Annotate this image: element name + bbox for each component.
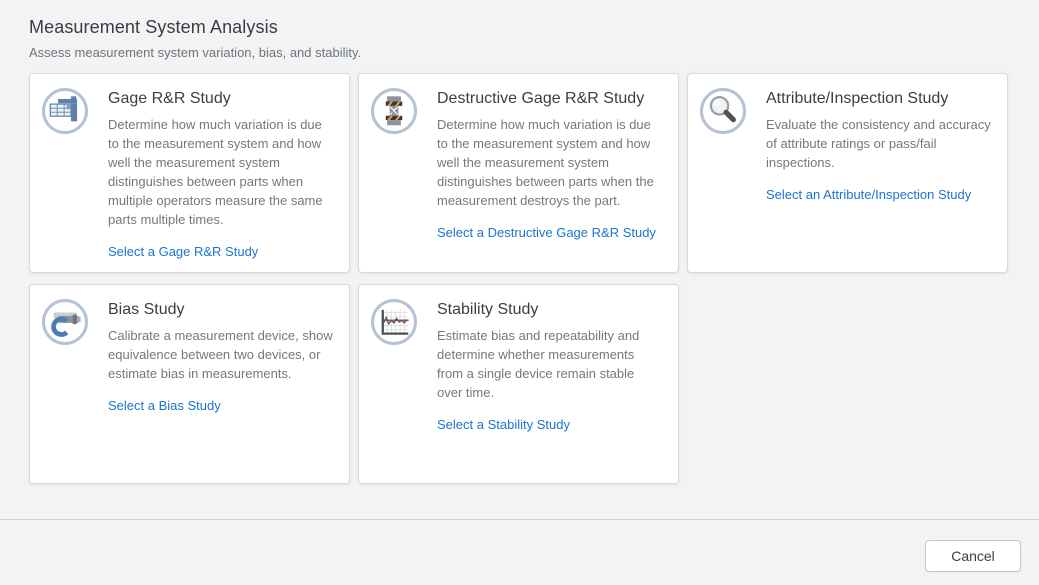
card-title: Gage R&R Study <box>108 90 333 108</box>
micrometer-icon <box>42 299 88 345</box>
select-gage-rr-study-link[interactable]: Select a Gage R&R Study <box>108 244 258 259</box>
card-bias-study: Bias Study Calibrate a measurement devic… <box>29 284 350 484</box>
card-destructive-gage-rr-study: Destructive Gage R&R Study Determine how… <box>358 73 679 273</box>
page-subtitle: Assess measurement system variation, bia… <box>29 45 1039 60</box>
page-title: Measurement System Analysis <box>29 17 1039 38</box>
magnifier-icon <box>700 88 746 134</box>
dialog-header: Measurement System Analysis Assess measu… <box>0 0 1039 60</box>
card-body: Stability Study Estimate bias and repeat… <box>437 299 662 469</box>
card-attribute-inspection-study: Attribute/Inspection Study Evaluate the … <box>687 73 1008 273</box>
control-chart-icon <box>371 299 417 345</box>
card-title: Bias Study <box>108 301 333 319</box>
select-bias-study-link[interactable]: Select a Bias Study <box>108 398 221 413</box>
card-body: Gage R&R Study Determine how much variat… <box>108 88 333 258</box>
card-body: Destructive Gage R&R Study Determine how… <box>437 88 662 258</box>
card-stability-study: Stability Study Estimate bias and repeat… <box>358 284 679 484</box>
caliper-icon <box>42 88 88 134</box>
card-description: Estimate bias and repeatability and dete… <box>437 326 662 402</box>
dialog-footer: Cancel <box>0 520 1039 584</box>
select-attribute-inspection-study-link[interactable]: Select an Attribute/Inspection Study <box>766 187 971 202</box>
select-destructive-gage-rr-study-link[interactable]: Select a Destructive Gage R&R Study <box>437 225 656 240</box>
card-description: Evaluate the consistency and accuracy of… <box>766 115 991 172</box>
card-title: Destructive Gage R&R Study <box>437 90 662 108</box>
card-gage-rr-study: Gage R&R Study Determine how much variat… <box>29 73 350 273</box>
card-body: Bias Study Calibrate a measurement devic… <box>108 299 333 469</box>
card-description: Determine how much variation is due to t… <box>437 115 662 210</box>
destructive-specimen-icon <box>371 88 417 134</box>
msa-dialog: Measurement System Analysis Assess measu… <box>0 0 1039 520</box>
card-description: Determine how much variation is due to t… <box>108 115 333 229</box>
card-title: Stability Study <box>437 301 662 319</box>
study-card-grid: Gage R&R Study Determine how much variat… <box>29 73 1008 484</box>
select-stability-study-link[interactable]: Select a Stability Study <box>437 417 570 432</box>
card-title: Attribute/Inspection Study <box>766 90 991 108</box>
card-body: Attribute/Inspection Study Evaluate the … <box>766 88 991 258</box>
card-description: Calibrate a measurement device, show equ… <box>108 326 333 383</box>
cancel-button[interactable]: Cancel <box>925 540 1021 572</box>
